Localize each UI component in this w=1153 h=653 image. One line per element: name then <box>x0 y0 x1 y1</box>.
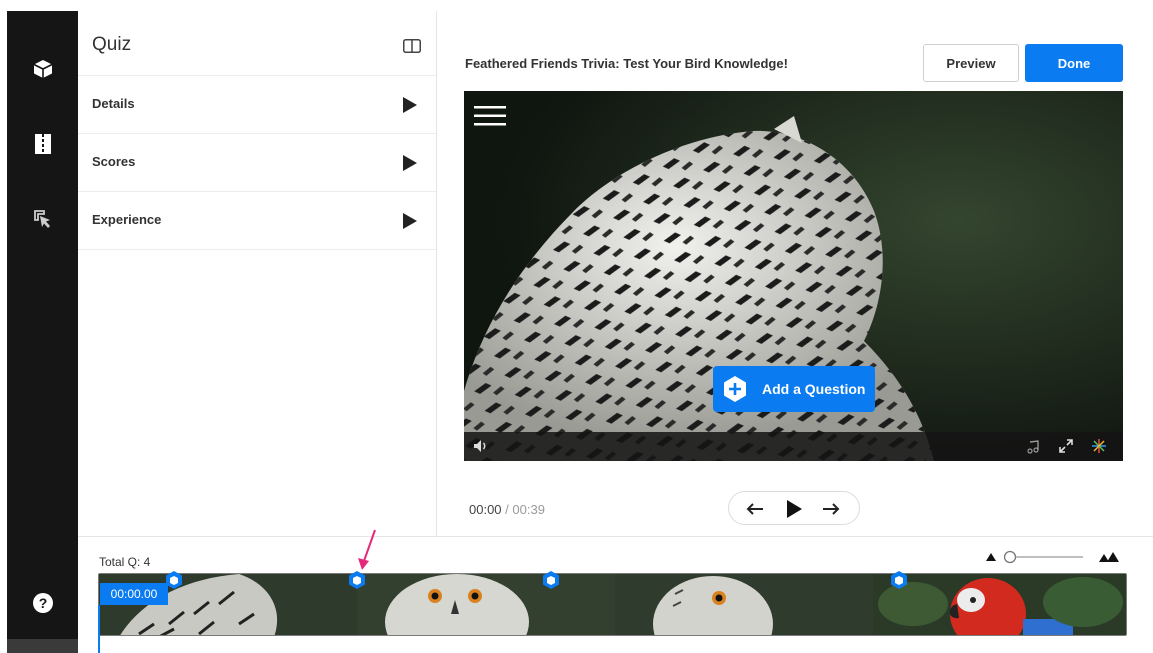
filmstrip[interactable] <box>98 573 1127 636</box>
zoom-slider[interactable] <box>983 548 1123 566</box>
add-question-button[interactable]: Add a Question <box>713 366 875 412</box>
add-question-label: Add a Question <box>762 381 866 397</box>
zoom-handle[interactable] <box>1003 550 1017 564</box>
chapters-icon[interactable] <box>7 129 78 159</box>
question-marker[interactable] <box>889 570 909 590</box>
section-label: Experience <box>92 212 162 227</box>
panel-title: Quiz <box>92 34 132 55</box>
question-marker[interactable] <box>541 570 561 590</box>
playhead[interactable] <box>98 605 100 653</box>
playhead-timecode: 00:00.00 <box>100 583 168 605</box>
expand-arrow-icon <box>403 213 417 229</box>
cube-icon[interactable] <box>7 54 78 84</box>
playback-nav <box>728 491 860 525</box>
time-display: 00:00 / 00:39 <box>469 502 545 517</box>
prev-arrow-icon[interactable] <box>744 499 766 519</box>
expand-arrow-icon <box>403 97 417 113</box>
section-experience[interactable]: Experience <box>78 192 436 250</box>
sidebar-bottom-strip <box>7 639 78 653</box>
quiz-title: Feathered Friends Trivia: Test Your Bird… <box>465 56 788 71</box>
section-label: Scores <box>92 154 136 169</box>
filmstrip-frame <box>615 574 873 635</box>
music-icon[interactable] <box>1027 440 1039 459</box>
add-hexagon-icon <box>722 375 748 403</box>
left-sidebar: ? <box>7 11 78 653</box>
zoom-out-icon[interactable] <box>986 553 996 561</box>
filmstrip-frame <box>357 574 615 635</box>
timeline-divider <box>78 536 1153 537</box>
help-icon[interactable]: ? <box>7 588 78 618</box>
current-time: 00:00 <box>469 502 502 517</box>
video-control-bar <box>464 432 1123 461</box>
duration: 00:39 <box>512 502 545 517</box>
time-separator: / <box>501 502 513 517</box>
section-details[interactable]: Details <box>78 76 436 134</box>
total-questions-label: Total Q: 4 <box>99 555 151 569</box>
brand-logo-icon[interactable] <box>1091 438 1107 459</box>
play-icon[interactable] <box>783 499 805 519</box>
question-marker[interactable] <box>347 570 367 590</box>
next-arrow-icon[interactable] <box>820 499 842 519</box>
volume-icon[interactable] <box>473 439 489 458</box>
fullscreen-icon[interactable] <box>1058 438 1074 459</box>
section-scores[interactable]: Scores <box>78 134 436 192</box>
section-label: Details <box>92 96 135 111</box>
filmstrip-frame <box>873 574 1126 635</box>
quiz-panel: Quiz Details Scores Experience <box>78 11 437 536</box>
expand-arrow-icon <box>403 155 417 171</box>
preview-button[interactable]: Preview <box>923 44 1019 82</box>
panel-toggle-icon[interactable] <box>403 39 421 53</box>
svg-text:?: ? <box>38 595 47 611</box>
done-button[interactable]: Done <box>1025 44 1123 82</box>
pointer-icon[interactable] <box>7 204 78 234</box>
zoom-in-icon[interactable] <box>1099 552 1119 562</box>
annotation-arrow-icon <box>352 528 382 572</box>
menu-icon[interactable] <box>474 105 506 132</box>
